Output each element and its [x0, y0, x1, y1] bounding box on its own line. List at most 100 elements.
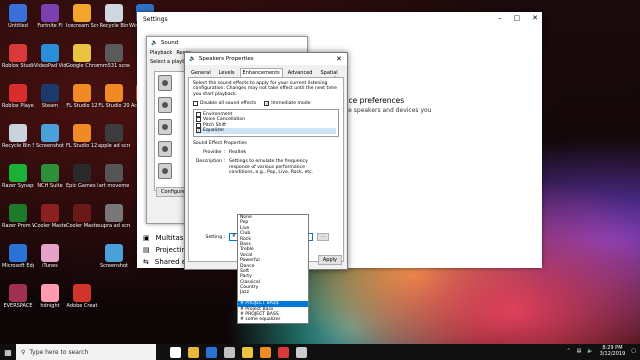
desktop-icon[interactable]: VideoPad Video Editor	[34, 44, 66, 69]
speaker-device-icon	[158, 97, 172, 113]
app-icon	[73, 164, 91, 182]
desktop-icon-label: Adobe Creat	[66, 303, 98, 309]
desktop-icon[interactable]: Microsoft Edge	[2, 244, 34, 269]
taskbar-app-icon[interactable]	[224, 346, 235, 358]
desktop-icon[interactable]: supra ad screensh	[98, 204, 130, 229]
effects-list: Environment Voice Cancellation Pitch Shi…	[193, 109, 339, 138]
desktop-icon-label: Epic Games Launcher	[66, 183, 98, 189]
desktop-icon[interactable]: EVERSPACE	[2, 284, 34, 309]
minimize-icon[interactable]: –	[498, 14, 502, 22]
desktop-icon[interactable]: Adobe Creat	[66, 284, 98, 309]
more-button[interactable]: ...	[317, 233, 329, 241]
options-row: Disable all sound effects ✓ Immediate mo…	[193, 101, 339, 107]
disable-all-checkbox[interactable]: Disable all sound effects	[193, 101, 256, 107]
desktop-icon[interactable]: Screenshot	[34, 124, 66, 149]
desktop-icon-label: Razer Synapse 2	[2, 183, 34, 189]
desktop-icon[interactable]: Fortnite Fl	[34, 4, 66, 29]
description-row: Description : Settings to emulate the fr…	[193, 159, 339, 175]
effect-label: Voice Cancellation	[203, 117, 246, 123]
desktop-icon[interactable]: Steam	[34, 84, 66, 109]
search-placeholder: Type here to search	[29, 348, 89, 356]
desktop-icon[interactable]: Razer Synapse 2	[2, 164, 34, 189]
app-icon	[9, 244, 27, 262]
desktop-icon[interactable]: Epic Games Launcher	[66, 164, 98, 189]
description-value: Settings to emulate the frequency respon…	[229, 159, 314, 176]
taskbar-app-icon[interactable]	[296, 346, 307, 358]
section-text: the speakers and devices you	[342, 107, 432, 114]
taskbar-app-icon[interactable]	[278, 346, 289, 358]
app-icon	[9, 164, 27, 182]
app-icon	[73, 84, 91, 102]
app-icon	[9, 204, 27, 222]
system-tray: ⌃ ▤ 🔈 8:29 PM 3/12/2019 ▢	[566, 345, 636, 357]
network-icon[interactable]: ▤	[577, 348, 582, 354]
effect-label: Environment	[203, 111, 233, 117]
app-icon	[9, 44, 27, 62]
desktop-icon[interactable]: Roblox Player	[2, 84, 34, 109]
checkbox-box	[193, 101, 198, 107]
desktop-icon-label: NCH Suite	[37, 183, 63, 189]
close-icon[interactable]: ✕	[336, 55, 342, 63]
checkbox-box: ✓	[264, 101, 270, 107]
taskbar-app-icon[interactable]	[170, 346, 181, 358]
close-icon[interactable]: ✕	[532, 14, 538, 22]
desktop-icon-label: Cooler Master	[66, 223, 98, 229]
taskbar-app-icon[interactable]	[260, 346, 271, 358]
clock[interactable]: 8:29 PM 3/12/2019	[600, 345, 626, 357]
desktop-icon[interactable]: art moveme	[98, 164, 130, 189]
taskbar-app-icon[interactable]	[206, 346, 217, 358]
desktop-icon[interactable]: FL Studio 12 (64bit)	[66, 124, 98, 149]
share-icon: ⇆	[143, 258, 149, 266]
description-label: Description :	[195, 159, 225, 165]
windows-start-icon[interactable]: ▦	[0, 344, 16, 360]
desktop-icon[interactable]: Recycle Bin	[98, 4, 130, 29]
desktop-icon-label: Screenshot	[100, 263, 128, 269]
desktop-icon[interactable]: NCH Suite	[34, 164, 66, 189]
app-icon	[105, 84, 123, 102]
desktop-icon-label: Untitled	[8, 23, 28, 29]
desktop-icon-label: Steam	[41, 103, 59, 109]
desktop-icon-label: FL Studio 20	[98, 103, 130, 109]
taskbar-app-icon[interactable]	[188, 346, 199, 358]
checkbox-box	[196, 122, 201, 128]
effect-equalizer[interactable]: ✓ Equalizer	[196, 128, 336, 134]
immediate-mode-checkbox[interactable]: ✓ Immediate mode	[264, 101, 311, 107]
volume-icon[interactable]: 🔈	[587, 348, 593, 354]
desktop-icon[interactable]: Recycle Bin Shortcut	[2, 124, 34, 149]
props-title: Speakers Properties	[198, 56, 254, 62]
maximize-icon[interactable]: □	[514, 14, 521, 22]
intro-text: Select the sound effects to apply for yo…	[193, 81, 337, 97]
desktop-icon-label: iTunes	[42, 263, 58, 269]
desktop-icon[interactable]: apple ad screenshot	[98, 124, 130, 149]
chevron-up-icon[interactable]: ⌃	[566, 348, 570, 354]
desktop-icon[interactable]: Roblox Studio	[2, 44, 34, 69]
desktop-icon[interactable]: FL Studio 12	[66, 84, 98, 109]
desktop-icon[interactable]: FL Studio 20	[98, 84, 130, 109]
app-icon	[41, 164, 59, 182]
desktop-icon[interactable]: hdnight	[34, 284, 66, 309]
desktop-icon-label: Screenshot	[36, 143, 64, 149]
speaker-device-icon	[158, 119, 172, 135]
desktop-icon[interactable]: Untitled	[2, 4, 34, 29]
desktop-icon[interactable]: iTunes	[34, 244, 66, 269]
desktop-icon[interactable]: Screenshot	[98, 244, 130, 269]
dropdown-option[interactable]: # some equalizer	[238, 317, 308, 322]
desktop-icon-label: Cooler Master Portal	[34, 223, 66, 229]
checkbox-box	[196, 117, 201, 123]
app-icon	[41, 284, 59, 302]
checkbox-box	[196, 111, 201, 117]
app-icon	[41, 244, 59, 262]
desktop-icon[interactable]: Icecream Screen	[66, 4, 98, 29]
settings-main-content: vice preferences the speakers and device…	[342, 96, 532, 114]
apply-button[interactable]: Apply	[317, 255, 342, 265]
desktop-icon[interactable]: Razer Prom Wallpaper	[2, 204, 34, 229]
tab-playback[interactable]: Playback	[150, 50, 172, 56]
provider-label: Provider :	[203, 150, 225, 156]
taskbar-app-icon[interactable]	[242, 346, 253, 358]
desktop-icon[interactable]: Cooler Master	[66, 204, 98, 229]
desktop-icon[interactable]: Google Chrome	[66, 44, 98, 69]
desktop-icon[interactable]: Cooler Master Portal	[34, 204, 66, 229]
search-box[interactable]: ⚲ Type here to search	[16, 344, 156, 360]
desktop-icon[interactable]: mm531 screen vid	[98, 44, 130, 69]
notification-icon[interactable]: ▢	[631, 348, 636, 354]
